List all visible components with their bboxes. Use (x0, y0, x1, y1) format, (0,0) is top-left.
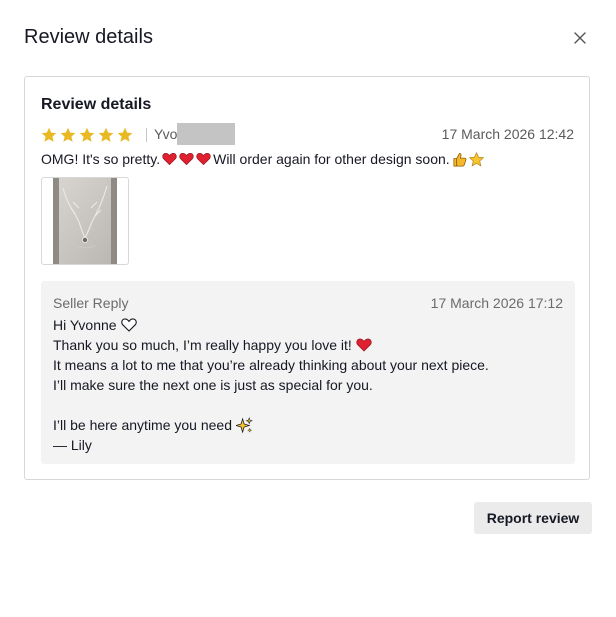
close-button[interactable] (571, 29, 589, 47)
review-card: Review details Yvo 17 March 2026 12:42 O… (24, 76, 590, 480)
reply-line-text: — Lily (53, 437, 92, 453)
reviewer-name: Yvo (154, 126, 178, 142)
star-rating (41, 127, 133, 143)
star-icon (79, 127, 95, 142)
reply-line: Thank you so much, I’m really happy you … (53, 335, 489, 355)
star-icon (468, 151, 484, 167)
reply-line-text: Thank you so much, I’m really happy you … (53, 337, 352, 353)
star-icon (41, 127, 57, 142)
reply-line-text: It means a lot to me that you’re already… (53, 357, 489, 373)
modal-title: Review details (24, 26, 153, 48)
necklace-photo (53, 178, 117, 264)
seller-reply-label: Seller Reply (53, 295, 129, 311)
reply-line: — Lily (53, 435, 489, 455)
seller-reply: Seller Reply 17 March 2026 17:12 Hi Yvon… (41, 281, 575, 464)
reply-line-text: Hi Yvonne (53, 317, 117, 333)
reply-line-text: I’ll be here anytime you need (53, 417, 232, 433)
reply-line: Hi Yvonne (53, 315, 489, 335)
reply-line: I’ll make sure the next one is just as s… (53, 375, 489, 395)
red-heart-icon (356, 338, 372, 352)
seller-reply-text: Hi Yvonne Thank you so much, I’m really … (53, 315, 489, 455)
red-heart-icon (179, 152, 194, 166)
reply-line: I’ll be here anytime you need (53, 415, 489, 435)
review-section-title: Review details (41, 96, 152, 113)
star-icon (98, 127, 114, 142)
reply-line-blank (53, 395, 489, 415)
report-review-button[interactable]: Report review (474, 502, 592, 534)
thumbs-up-icon (453, 152, 467, 166)
sparkles-icon (236, 416, 253, 433)
review-date: 17 March 2026 12:42 (441, 126, 574, 142)
seller-reply-date: 17 March 2026 17:12 (430, 295, 563, 311)
star-icon (117, 127, 133, 142)
red-heart-icon (196, 152, 211, 166)
reply-line-text: I’ll make sure the next one is just as s… (53, 377, 373, 393)
redacted-name-block (177, 123, 235, 145)
red-heart-icon (162, 152, 177, 166)
heart-emojis (162, 152, 211, 166)
star-icon (60, 127, 76, 142)
review-text-start: OMG! It's so pretty. (41, 151, 161, 167)
rating-divider (146, 128, 147, 142)
trailing-emojis (452, 151, 484, 167)
review-photo-thumbnail[interactable] (41, 177, 129, 265)
white-heart-icon (120, 318, 137, 332)
review-text-end: Will order again for other design soon. (213, 151, 450, 167)
close-icon (574, 32, 586, 44)
review-text: OMG! It's so pretty. Will order again fo… (41, 151, 486, 167)
reply-line: It means a lot to me that you’re already… (53, 355, 489, 375)
